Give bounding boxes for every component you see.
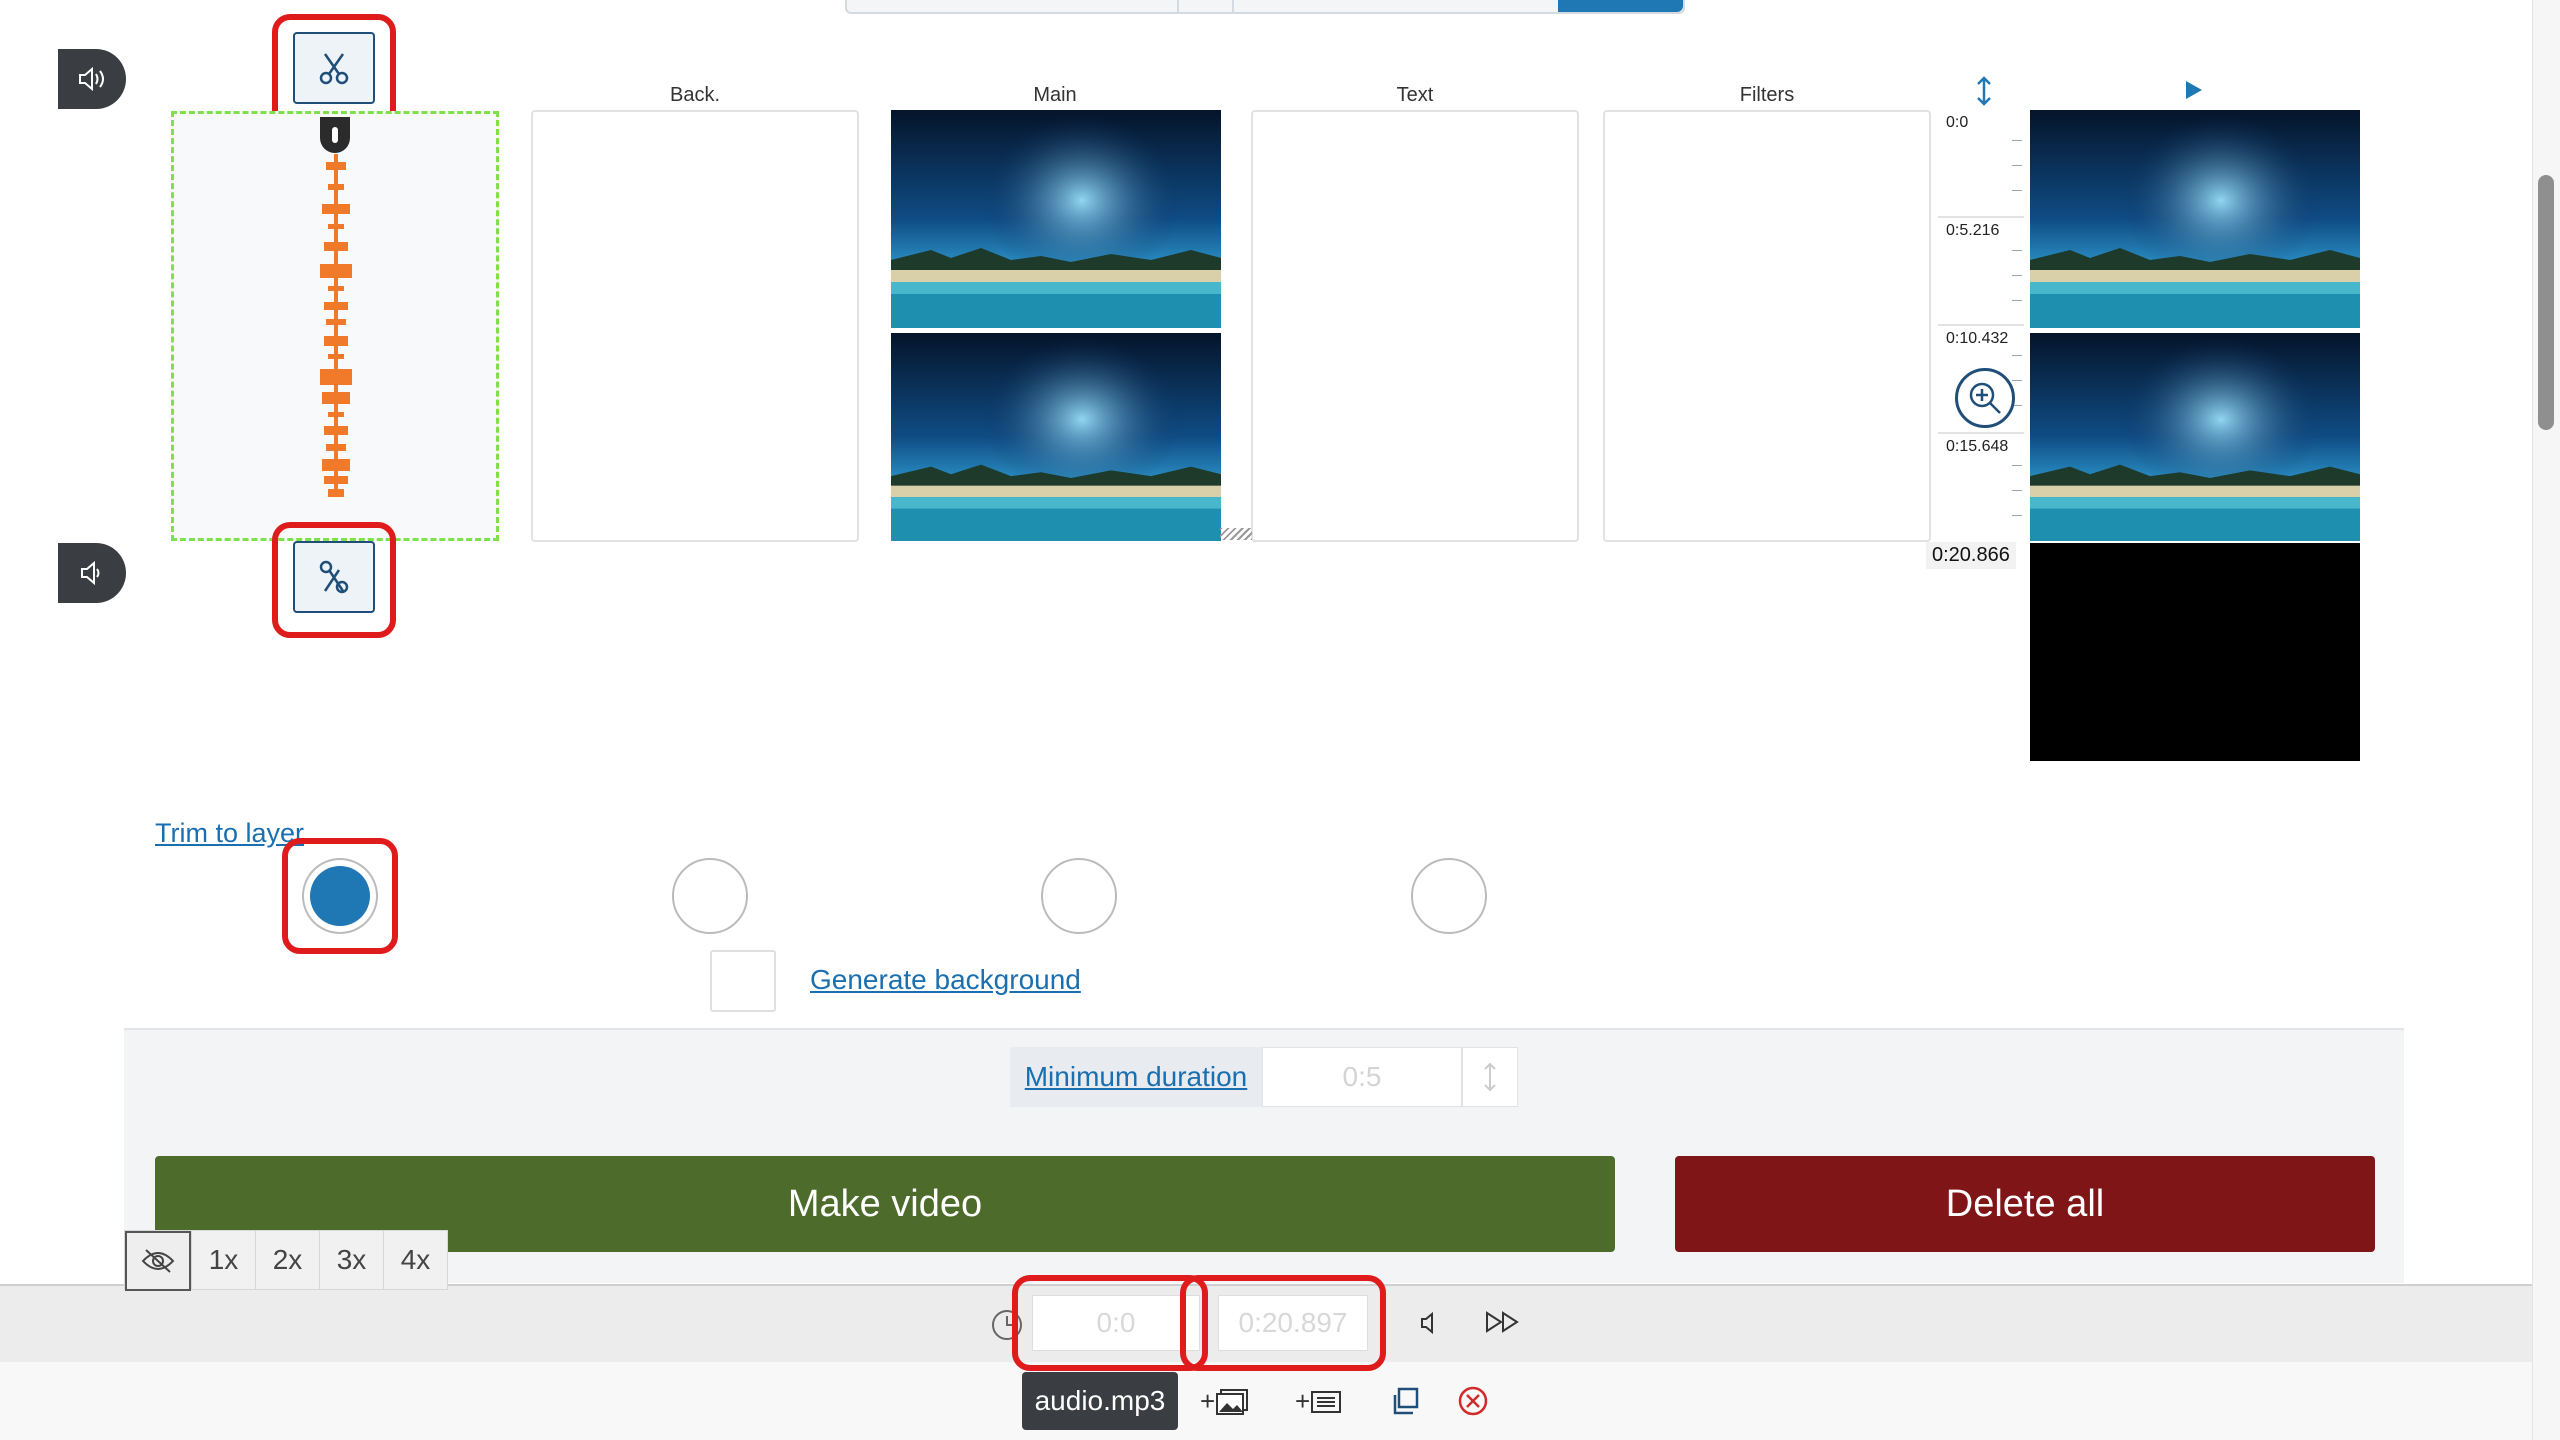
speed-2x-button[interactable]: 2x (255, 1231, 319, 1289)
minimum-duration-input[interactable]: 0:5 (1262, 1047, 1462, 1107)
cut-end-button[interactable] (293, 541, 375, 613)
column-label-text: Text (1396, 84, 1434, 106)
audio-drag-handle[interactable] (320, 117, 350, 153)
speed-3x-button[interactable]: 3x (319, 1231, 383, 1289)
speed-toolbar: 1x 2x 3x 4x (124, 1230, 448, 1291)
timeline-ruler: 0:0 0:5.216 0:10.432 0:15.648 (1938, 110, 2026, 540)
fast-forward-button[interactable] (1485, 1310, 1521, 1339)
zoom-in-button[interactable] (1955, 368, 2015, 428)
play-icon[interactable] (2182, 78, 2206, 107)
ruler-mark: 0:10.432 (1946, 330, 2009, 347)
cut-start-button[interactable] (293, 32, 375, 104)
close-circle-icon (1458, 1386, 1488, 1416)
timeline-end-time: 0:20.866 (1926, 542, 2016, 569)
volume-up-button[interactable] (58, 49, 126, 109)
main-clip-thumbnail[interactable] (891, 333, 1221, 541)
clip-resize-grip[interactable] (1220, 528, 1252, 540)
scissors-icon (319, 560, 349, 594)
generate-background-checkbox[interactable] (710, 950, 776, 1012)
scrollbar-thumb[interactable] (2538, 175, 2554, 430)
layer-radio-main[interactable] (1041, 858, 1117, 934)
speed-1x-button[interactable]: 1x (191, 1231, 255, 1289)
plus-icon: + (1295, 1386, 1311, 1416)
mute-button[interactable] (1420, 1311, 1438, 1339)
ruler-mark: 0:15.648 (1946, 438, 2009, 455)
main-clip-thumbnail[interactable] (891, 110, 1221, 328)
remove-track-button[interactable] (1457, 1385, 1489, 1422)
speed-4x-button[interactable]: 4x (383, 1231, 447, 1289)
layer-radio-audio[interactable] (310, 866, 370, 926)
back-layer-track[interactable] (531, 110, 859, 542)
speaker-icon (1421, 1311, 1433, 1335)
preview-black-frame (2030, 543, 2360, 761)
eye-slash-icon (141, 1249, 175, 1273)
ruler-mark: 0:0 (1946, 114, 1969, 131)
minimum-duration-link[interactable]: Minimum duration (1010, 1047, 1262, 1107)
highlight-start-time (1012, 1275, 1208, 1371)
audio-layer-track[interactable] (171, 111, 499, 541)
track-filename[interactable]: audio.mp3 (1022, 1372, 1178, 1430)
add-text-button[interactable]: + (1295, 1386, 1342, 1417)
track-toolbar (0, 1362, 2532, 1440)
layer-radio-back[interactable] (672, 858, 748, 934)
preview-thumbnail (2030, 333, 2360, 541)
top-tab-strip (845, 0, 1685, 14)
ruler-mark: 0:5.216 (1946, 222, 2000, 239)
scissors-icon (319, 53, 349, 85)
copy-icon (1393, 1387, 1419, 1415)
column-label-main: Main (1033, 84, 1077, 106)
highlight-end-time (1180, 1275, 1386, 1371)
add-image-button[interactable]: + (1200, 1386, 1249, 1417)
audio-waveform (320, 154, 352, 497)
column-label-back: Back. (669, 84, 721, 106)
duplicate-button[interactable] (1390, 1386, 1420, 1421)
column-label-filters: Filters (1739, 84, 1795, 106)
generate-background-link[interactable]: Generate background (810, 964, 1081, 996)
delete-all-button[interactable]: Delete all (1675, 1156, 2375, 1252)
text-block-icon (1311, 1390, 1342, 1413)
speaker-loud-icon (79, 66, 104, 92)
plus-icon: + (1200, 1386, 1216, 1416)
preview-thumbnail (2030, 110, 2360, 328)
fast-forward-icon (1486, 1311, 1519, 1333)
hide-toggle-button[interactable] (125, 1231, 191, 1291)
volume-down-button[interactable] (58, 543, 126, 603)
active-tab[interactable] (1558, 0, 1683, 12)
layer-radio-text[interactable] (1411, 858, 1487, 934)
zoom-in-icon (1969, 382, 2001, 414)
image-icon (1216, 1388, 1249, 1415)
filters-layer-track[interactable] (1603, 110, 1931, 542)
trim-to-layer-link[interactable]: Trim to layer (155, 818, 304, 849)
minimum-duration-stepper[interactable] (1462, 1047, 1518, 1107)
text-layer-track[interactable] (1251, 110, 1579, 542)
speaker-quiet-icon (81, 561, 100, 585)
vertical-arrows-icon (1484, 1062, 1496, 1092)
minimum-duration-group: Minimum duration 0:5 (1010, 1047, 1518, 1107)
vertical-resize-icon[interactable] (1972, 76, 1996, 111)
